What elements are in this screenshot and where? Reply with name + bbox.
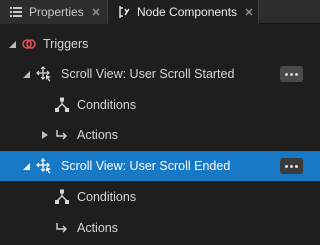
tree-item-label: Actions bbox=[77, 221, 118, 235]
actions-icon bbox=[54, 220, 70, 236]
tree-item-label: Scroll View: User Scroll Started bbox=[61, 67, 235, 81]
actions-icon bbox=[54, 127, 70, 143]
tree-item-trigger-scroll-started[interactable]: Scroll View: User Scroll Started bbox=[0, 59, 320, 89]
close-icon[interactable] bbox=[243, 6, 255, 18]
tree-item-label: Conditions bbox=[77, 98, 137, 112]
tree-item-label: Scroll View: User Scroll Ended bbox=[61, 159, 231, 173]
tab-properties-label: Properties bbox=[29, 5, 84, 19]
tree-item-triggers[interactable]: Triggers bbox=[0, 29, 320, 59]
expanded-arrow-icon[interactable] bbox=[7, 39, 17, 49]
tab-node-components[interactable]: Node Components bbox=[107, 0, 259, 24]
tree-item-actions[interactable]: Actions bbox=[0, 120, 320, 150]
tree-item-label: Conditions bbox=[77, 190, 137, 204]
tab-properties[interactable]: Properties bbox=[0, 0, 106, 24]
properties-list-icon bbox=[9, 5, 23, 19]
more-options-button[interactable] bbox=[280, 66, 303, 82]
tree-item-label: Actions bbox=[77, 128, 118, 142]
move-cursor-icon bbox=[36, 66, 52, 82]
expanded-arrow-icon[interactable] bbox=[21, 161, 31, 171]
more-options-button[interactable] bbox=[280, 158, 303, 174]
conditions-icon bbox=[54, 189, 70, 205]
node-components-panel: Triggers Scroll View: User Scroll Starte… bbox=[0, 25, 320, 245]
tree-item-conditions[interactable]: Conditions bbox=[0, 182, 320, 212]
tree-item-conditions[interactable]: Conditions bbox=[0, 90, 320, 120]
close-icon[interactable] bbox=[90, 6, 102, 18]
tree-item-label: Triggers bbox=[43, 37, 89, 51]
node-components-icon bbox=[117, 5, 131, 19]
move-cursor-icon bbox=[36, 158, 52, 174]
conditions-icon bbox=[54, 97, 70, 113]
tree-item-trigger-scroll-ended[interactable]: Scroll View: User Scroll Ended bbox=[0, 151, 320, 181]
tab-bar: Properties Node Components bbox=[0, 0, 320, 24]
expanded-arrow-icon[interactable] bbox=[21, 69, 31, 79]
tree-item-actions[interactable]: Actions bbox=[0, 213, 320, 243]
trigger-icon bbox=[21, 36, 37, 52]
tab-node-components-label: Node Components bbox=[137, 5, 238, 19]
collapsed-arrow-icon[interactable] bbox=[40, 130, 50, 140]
